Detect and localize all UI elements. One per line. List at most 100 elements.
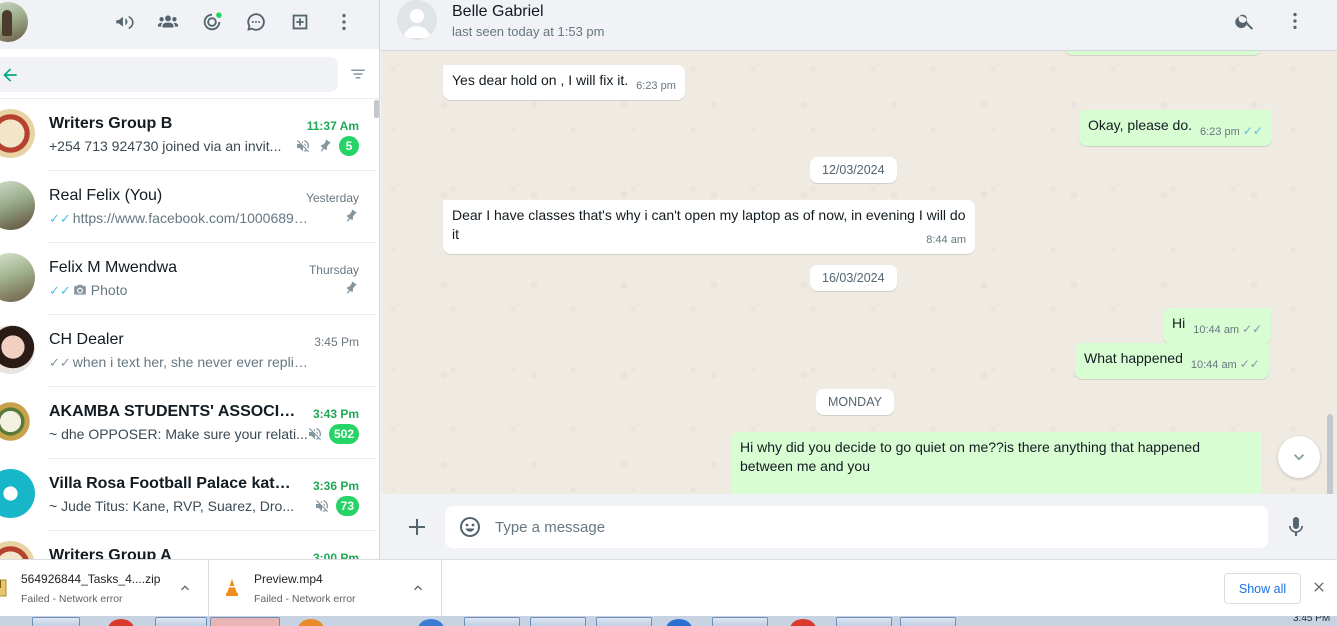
search-icon[interactable] <box>1234 10 1258 34</box>
chat-info: Writers Group A 3:00 Pm <box>49 531 376 559</box>
taskbar-app-ie[interactable] <box>418 619 444 626</box>
taskbar-app-2[interactable] <box>464 617 520 626</box>
taskbar-app-opera[interactable] <box>108 619 134 626</box>
filter-icon[interactable] <box>349 65 369 85</box>
taskbar-app-chrome[interactable] <box>210 617 280 626</box>
chat-list-item[interactable]: AKAMBA STUDENTS' ASSOCIAT... 3:43 Pm ~ dhe… <box>0 387 376 459</box>
chat-list-item[interactable]: Villa Rosa Football Palace kathe... 3:36 … <box>0 459 376 531</box>
chat-list-scrollbar[interactable] <box>374 100 379 118</box>
chat-preview: ✓✓ Photo <box>49 282 311 299</box>
chat-avatar <box>0 253 35 302</box>
download-status: Failed - Network error <box>21 593 123 605</box>
taskbar-app-8[interactable] <box>836 617 892 626</box>
date-separator: 16/03/2024 <box>810 265 897 291</box>
message-bubble-out[interactable]: Okay, please do. 6:23 pm ✓✓ <box>1079 110 1272 146</box>
channels-icon[interactable] <box>244 10 268 34</box>
pin-icon <box>343 280 359 296</box>
chat-list-item[interactable]: CH Dealer 3:45 Pm ✓✓ when i text her, she n… <box>0 315 376 387</box>
chat-preview-text: https://www.facebook.com/10006893812... <box>72 210 311 226</box>
chat-list-item[interactable]: Writers Group B 11:37 Am +254 713 924730 j… <box>0 99 376 171</box>
message-bubble-out[interactable]: Hi why did you decide to go quiet on me?… <box>731 432 1262 494</box>
back-arrow-icon[interactable] <box>0 65 20 85</box>
taskbar-app-9[interactable] <box>900 617 956 626</box>
status-icon[interactable] <box>200 10 224 34</box>
microphone-icon[interactable] <box>1284 515 1308 539</box>
chevron-up-icon[interactable] <box>177 580 193 596</box>
contact-last-seen: last seen today at 1:53 pm <box>452 24 605 39</box>
search-input[interactable] <box>30 57 330 92</box>
conversation-header[interactable]: Belle Gabriel last seen today at 1:53 pm <box>381 0 1337 51</box>
download-item[interactable]: 564926844_Tasks_4....zip Failed - Networ… <box>0 560 209 617</box>
close-icon[interactable] <box>1311 579 1329 597</box>
chat-list-item[interactable]: Felix M Mwendwa Thursday ✓✓ Photo <box>0 243 376 315</box>
message-text: Hi <box>1172 315 1186 331</box>
communities-icon[interactable] <box>112 10 136 34</box>
chat-meta <box>343 280 359 296</box>
emoji-icon[interactable] <box>458 515 482 539</box>
chat-name: Writers Group A <box>49 547 172 559</box>
my-avatar[interactable] <box>0 2 28 42</box>
pin-icon <box>317 138 333 154</box>
message-area[interactable]: Yes dear hold on , I will fix it. 6:23 pm… <box>381 51 1337 494</box>
groups-icon[interactable] <box>156 10 180 34</box>
unread-count-badge: 5 <box>339 136 359 156</box>
message-bubble-in[interactable]: Yes dear hold on , I will fix it. 6:23 pm <box>443 65 685 100</box>
taskbar-app-3[interactable] <box>530 617 586 626</box>
chat-meta <box>343 208 359 224</box>
chat-avatar <box>0 469 35 518</box>
message-text: Hi why did you decide to go quiet on me?… <box>740 439 1200 474</box>
chat-info: Writers Group B 11:37 Am +254 713 924730 j… <box>49 99 376 171</box>
chat-list-item[interactable]: Real Felix (You) Yesterday ✓✓ https://www.f… <box>0 171 376 243</box>
new-chat-icon[interactable] <box>288 10 312 34</box>
show-all-downloads-button[interactable]: Show all <box>1224 573 1301 604</box>
chat-preview-text: when i text her, she never ever replies … <box>72 354 311 370</box>
menu-icon[interactable] <box>332 10 356 34</box>
left-header <box>0 0 379 49</box>
download-item[interactable]: Preview.mp4 Failed - Network error <box>209 560 442 617</box>
taskbar-app-explorer[interactable] <box>32 617 80 626</box>
message-bubble-out[interactable]: What happened 10:44 am ✓✓ <box>1075 343 1269 379</box>
taskbar-app-4[interactable] <box>596 617 652 626</box>
taskbar-clock[interactable]: 3:45 PM <box>1293 616 1330 624</box>
chat-list-item[interactable]: Writers Group A 3:00 Pm <box>0 531 376 559</box>
unread-count-badge: 502 <box>328 424 359 444</box>
taskbar-app-5[interactable] <box>666 619 692 626</box>
chat-avatar <box>0 181 35 230</box>
message-time: 10:44 am <box>1193 324 1240 336</box>
chat-preview: ✓✓ https://www.facebook.com/10006893812..… <box>49 210 311 227</box>
chat-list: Writers Group B 11:37 Am +254 713 924730 j… <box>0 99 379 559</box>
conversation-panel: Belle Gabriel last seen today at 1:53 pm… <box>381 0 1337 559</box>
attach-icon[interactable] <box>405 515 429 539</box>
chat-name: Writers Group B <box>49 115 173 132</box>
delivered-receipt-icon: ✓✓ <box>49 355 71 370</box>
chat-preview: ~ Jude Titus: Kane, RVP, Suarez, Dro... <box>49 498 311 514</box>
message-area-scrollbar[interactable] <box>1327 414 1333 494</box>
download-status: Failed - Network error <box>254 593 356 605</box>
message-bubble-out[interactable]: Hi 10:44 am ✓✓ <box>1163 308 1272 344</box>
taskbar-app-6[interactable] <box>712 617 768 626</box>
chat-info: Felix M Mwendwa Thursday ✓✓ Photo <box>49 243 376 315</box>
chat-name: AKAMBA STUDENTS' ASSOCIAT... <box>49 403 299 420</box>
chat-list-panel: Writers Group B 11:37 Am +254 713 924730 j… <box>0 0 380 559</box>
chat-preview: ~ dhe OPPOSER: Make sure your relati... <box>49 426 311 442</box>
message-time: 6:23 pm <box>1200 126 1240 138</box>
read-receipt-icon: ✓✓ <box>49 211 71 226</box>
chat-preview-text: ~ dhe OPPOSER: Make sure your relati... <box>49 426 308 442</box>
message-bubble-in[interactable]: Dear I have classes that's why i can't o… <box>443 200 975 254</box>
read-receipt-icon: ✓✓ <box>1242 124 1263 138</box>
vlc-file-icon <box>224 578 240 598</box>
taskbar-app-1[interactable] <box>155 617 207 626</box>
scroll-to-bottom-button[interactable] <box>1278 436 1320 478</box>
download-filename: 564926844_Tasks_4....zip <box>21 572 161 586</box>
message-input[interactable] <box>495 506 1255 548</box>
taskbar-app-7[interactable] <box>790 619 816 626</box>
muted-icon <box>295 138 311 154</box>
message-input-box[interactable] <box>445 506 1268 548</box>
chat-avatar <box>0 109 35 158</box>
chat-time: Thursday <box>308 263 359 277</box>
contact-avatar[interactable] <box>397 0 437 40</box>
taskbar-app-firefox[interactable] <box>298 619 324 626</box>
conversation-menu-icon[interactable] <box>1284 10 1308 34</box>
chevron-up-icon[interactable] <box>410 580 426 596</box>
pin-icon <box>343 208 359 224</box>
